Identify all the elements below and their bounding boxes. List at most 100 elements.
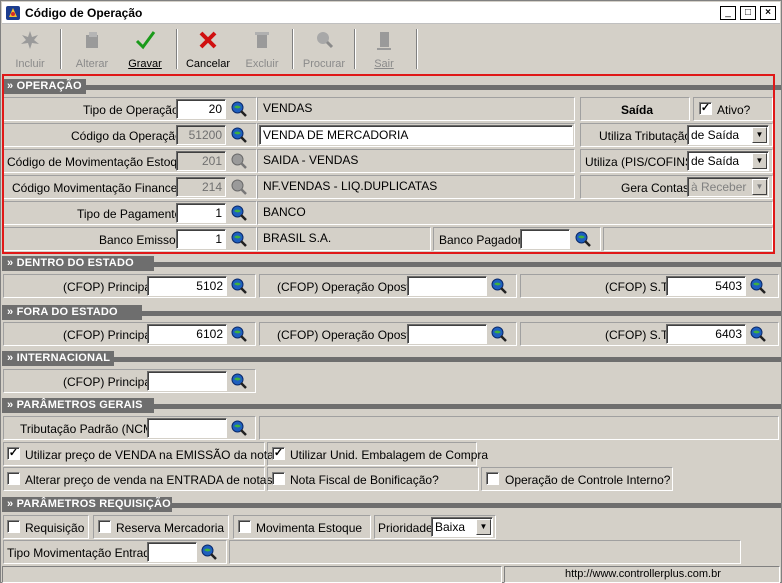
chevron-down-icon[interactable]: ▼	[752, 127, 767, 143]
row-checks-1: ✓ Utilizar preço de VENDA na EMISSÃO da …	[3, 442, 779, 466]
prioridade-select[interactable]: Baixa ▼	[431, 517, 493, 537]
ncm-input[interactable]	[147, 418, 227, 438]
unid-embalagem-checkbox[interactable]: ✓	[272, 447, 285, 460]
alterar-button[interactable]: Alterar	[68, 29, 116, 71]
internacional-principal-label: (CFOP) Principal	[63, 375, 154, 389]
procurar-button[interactable]: Procurar	[298, 29, 350, 71]
movimenta-estoque-checkbox[interactable]	[238, 520, 251, 533]
pis-cofins-value: de Saída	[691, 154, 740, 168]
preco-emissao-label: Utilizar preço de VENDA na EMISSÃO da no…	[25, 448, 281, 462]
dentro-oposta-label: (CFOP) Operação Oposta	[277, 280, 417, 294]
maximize-button[interactable]: □	[740, 6, 756, 20]
reserva-mercadoria-label: Reserva Mercadoria	[116, 521, 225, 535]
search-globe-icon[interactable]	[749, 277, 767, 295]
search-globe-disabled-icon	[231, 153, 247, 169]
banco-pagador-label: Banco Pagador	[439, 233, 522, 247]
search-globe-icon[interactable]	[490, 277, 508, 295]
gravar-button[interactable]: Gravar	[120, 29, 170, 71]
search-globe-icon[interactable]	[200, 543, 218, 561]
section-operacao: » OPERAÇÃO	[2, 79, 781, 94]
excluir-label: Excluir	[245, 58, 279, 70]
status-bar: http://www.controllerplus.com.br	[2, 564, 780, 583]
controle-interno-checkbox[interactable]	[486, 472, 499, 485]
utiliza-tributacao-select[interactable]: de Saída ▼	[687, 125, 769, 145]
banco-emissor-input[interactable]: 1	[176, 229, 226, 249]
title-bar: Código de Operação _ □ ×	[2, 2, 780, 24]
exit-door-icon	[377, 32, 391, 50]
banco-emissor-desc: BRASIL S.A.	[263, 231, 332, 245]
gera-contas-select[interactable]: à Receber ▼	[687, 177, 769, 197]
utiliza-tributacao-value: de Saída	[691, 128, 740, 142]
ativo-checkbox[interactable]: ✓	[699, 102, 712, 115]
codigo-operacao-desc-input[interactable]: VENDA DE MERCADORIA	[259, 125, 573, 145]
alterar-preco-checkbox[interactable]	[7, 472, 20, 485]
section-dentro-estado: » DENTRO DO ESTADO	[2, 256, 781, 271]
section-internacional-title: » INTERNACIONAL	[2, 351, 114, 366]
search-globe-icon[interactable]	[230, 230, 248, 248]
row-tipo-pagamento: Tipo de Pagamento 1 BANCO	[3, 201, 779, 225]
mov-estoque-label: Código de Movimentação Estoque	[7, 155, 191, 169]
tipo-operacao-label: Tipo de Operação	[83, 103, 179, 117]
search-globe-icon[interactable]	[230, 372, 248, 390]
mov-estoque-input[interactable]: 201	[176, 151, 226, 171]
controle-interno-label: Operação de Controle Interno?	[505, 473, 671, 487]
section-internacional: » INTERNACIONAL	[2, 351, 781, 366]
tipo-operacao-desc: VENDAS	[263, 101, 313, 115]
dentro-st-input[interactable]: 5403	[666, 276, 746, 296]
search-globe-icon[interactable]	[574, 230, 592, 248]
pis-cofins-label: Utiliza (PIS/COFINS)	[585, 155, 698, 169]
chevron-down-icon[interactable]: ▼	[476, 519, 491, 535]
fora-st-label: (CFOP) S.T	[605, 328, 669, 342]
preco-emissao-checkbox[interactable]: ✓	[7, 447, 20, 460]
cancelar-button[interactable]: Cancelar	[182, 29, 234, 71]
pis-cofins-select[interactable]: de Saída ▼	[687, 151, 769, 171]
fora-st-input[interactable]: 6403	[666, 324, 746, 344]
section-parametros-gerais: » PARÂMETROS GERAIS	[2, 398, 781, 413]
incluir-button[interactable]: Incluir	[6, 29, 54, 71]
section-parametros-requisicao: » PARÂMETROS REQUISIÇÃO	[2, 497, 781, 512]
codigo-operacao-input[interactable]: 51200	[176, 125, 226, 145]
sair-label: Sair	[374, 58, 394, 70]
status-panel-empty	[2, 566, 502, 583]
dentro-oposta-input[interactable]	[407, 276, 487, 296]
check-icon	[135, 31, 156, 50]
requisicao-label: Requisição	[25, 521, 85, 535]
section-fora-estado: » FORA DO ESTADO	[2, 305, 781, 320]
procurar-label: Procurar	[302, 58, 346, 70]
chevron-down-icon[interactable]: ▼	[752, 153, 767, 169]
section-parametros-title: » PARÂMETROS GERAIS	[2, 398, 154, 413]
search-globe-icon[interactable]	[490, 325, 508, 343]
row-fora-cfop: (CFOP) Principal 6102 (CFOP) Operação Op…	[3, 322, 779, 346]
movimenta-estoque-label: Movimenta Estoque	[256, 521, 363, 535]
dentro-principal-label: (CFOP) Principal	[63, 280, 154, 294]
sair-button[interactable]: Sair	[362, 29, 406, 71]
search-globe-icon[interactable]	[230, 325, 248, 343]
delete-icon	[255, 32, 269, 48]
internacional-principal-input[interactable]	[147, 371, 227, 391]
close-button[interactable]: ×	[760, 6, 776, 20]
saida-label: Saída	[621, 103, 654, 117]
search-globe-icon[interactable]	[749, 325, 767, 343]
requisicao-checkbox[interactable]	[7, 520, 20, 533]
tipo-pagamento-input[interactable]: 1	[176, 203, 226, 223]
tipo-operacao-input[interactable]: 20	[176, 99, 226, 119]
incluir-label: Incluir	[15, 58, 45, 70]
dentro-principal-input[interactable]: 5102	[147, 276, 227, 296]
excluir-button[interactable]: Excluir	[238, 29, 286, 71]
mov-financeira-desc: NF.VENDAS - LIQ.DUPLICATAS	[263, 179, 438, 193]
search-globe-icon[interactable]	[230, 419, 248, 437]
search-globe-icon[interactable]	[230, 204, 248, 222]
fora-principal-input[interactable]: 6102	[147, 324, 227, 344]
search-globe-icon[interactable]	[230, 126, 248, 144]
banco-pagador-input[interactable]	[520, 229, 570, 249]
tipo-mov-entrada-input[interactable]	[147, 542, 197, 562]
bonificacao-checkbox[interactable]	[272, 472, 285, 485]
fora-oposta-input[interactable]	[407, 324, 487, 344]
minimize-button[interactable]: _	[720, 6, 736, 20]
reserva-mercadoria-checkbox[interactable]	[98, 520, 111, 533]
row-mov-estoque: Código de Movimentação Estoque 201 SAIDA…	[3, 149, 779, 173]
search-globe-icon[interactable]	[230, 277, 248, 295]
section-operacao-title: » OPERAÇÃO	[2, 79, 86, 94]
search-globe-icon[interactable]	[230, 100, 248, 118]
mov-financeira-input[interactable]: 214	[176, 177, 226, 197]
